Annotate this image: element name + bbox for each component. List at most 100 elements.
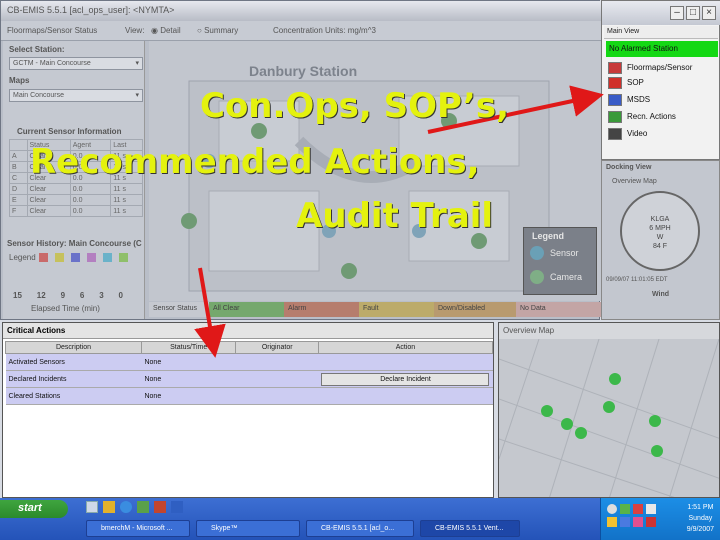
tray-icon[interactable] — [646, 517, 656, 527]
view-label: View: — [125, 26, 145, 35]
cell: 0.0 — [69, 150, 112, 162]
msds-label: MSDS — [627, 95, 651, 104]
overview-map-panel[interactable]: Overview Map — [498, 322, 720, 498]
tray-icon[interactable] — [620, 504, 630, 514]
tray-icon[interactable] — [620, 517, 630, 527]
table-row[interactable]: A Clear 0.0 11 s — [9, 150, 143, 162]
overview-map-streets — [499, 339, 719, 497]
critical-actions-panel: Critical Actions Description Status/Time… — [2, 322, 494, 498]
station-marker[interactable] — [603, 401, 615, 413]
column-header[interactable]: Status/Time — [140, 341, 237, 354]
desktop-icon[interactable] — [86, 501, 98, 513]
cell: Clear — [26, 194, 71, 206]
select-station-label: Select Station: — [9, 45, 65, 54]
cell: Clear — [26, 205, 71, 217]
cell: Clear — [26, 172, 71, 184]
station-marker[interactable] — [609, 373, 621, 385]
close-button[interactable]: × — [702, 6, 716, 20]
cell: 11 s — [110, 172, 143, 184]
sensor-status-strip: Sensor Status All Clear Alarm Fault Down… — [149, 302, 601, 317]
app-icon[interactable] — [171, 501, 183, 513]
tray-icon[interactable] — [607, 504, 617, 514]
wind-label: Wind — [652, 291, 670, 298]
start-button[interactable]: start — [0, 500, 68, 518]
status-cell: None — [141, 370, 236, 388]
table-row[interactable]: Cleared Stations None — [5, 387, 493, 405]
taskbar-button-word[interactable]: bmerchM - Microsoft ... — [86, 520, 190, 537]
cell: 11 s — [110, 183, 143, 195]
taskbar-button-skype[interactable]: Skype™ — [196, 520, 300, 537]
docking-view-header: Docking View — [606, 164, 652, 171]
column-header: Last — [110, 139, 143, 151]
description-cell: Cleared Stations — [5, 387, 142, 405]
tray-icon[interactable] — [633, 504, 643, 514]
docking-view-panel: Docking View Overview Map KLGA 6 MPH W 8… — [601, 160, 720, 320]
history-x-label: Elapsed Time (min) — [31, 304, 100, 313]
station-floormap[interactable]: Danbury Station Legend Sensor Camera — [149, 41, 601, 301]
legend-label: Legend — [9, 253, 36, 262]
folder-icon[interactable] — [103, 501, 115, 513]
tray-icon[interactable] — [646, 504, 656, 514]
screen: CB-EMIS 5.5.1 [acl_ops_user]: <NYMTA> Fl… — [0, 0, 720, 540]
cell: Clear — [26, 150, 71, 162]
recn-actions-item[interactable]: Recn. Actions — [608, 110, 718, 125]
legend-swatch-b — [55, 253, 64, 262]
maximize-button[interactable]: □ — [686, 6, 700, 20]
floormaps-sensor-item[interactable]: Floormaps/Sensor — [608, 61, 718, 76]
station-marker[interactable] — [541, 405, 553, 417]
msds-item[interactable]: MSDS — [608, 93, 718, 108]
clock-day: Sunday — [688, 515, 713, 522]
floormap-menu[interactable]: Floormaps/Sensor Status — [7, 26, 97, 35]
view-detail-radio[interactable]: ◉ Detail — [151, 26, 181, 35]
column-header[interactable]: Description — [5, 341, 142, 354]
critical-actions-table: Description Status/Time Originator Actio… — [5, 341, 494, 405]
clock[interactable]: 1:51 PM Sunday 9/9/2007 — [687, 502, 714, 535]
table-row[interactable]: B Clear 0.0 11 s — [9, 161, 143, 173]
wind-direction: W — [656, 234, 664, 241]
table-row[interactable]: Declared Incidents None Declare Incident — [5, 370, 493, 388]
view-summary-radio[interactable]: ○ Summary — [197, 26, 238, 35]
history-label: Sensor History: Main Concourse (C — [7, 239, 142, 248]
tick-label: 0 — [118, 291, 123, 300]
station-marker[interactable] — [649, 415, 661, 427]
cell: Clear — [26, 183, 71, 195]
legend-swatch-f — [119, 253, 128, 262]
tray-icon[interactable] — [633, 517, 643, 527]
minimize-button[interactable]: – — [670, 6, 684, 20]
table-row[interactable]: E Clear 0.0 11 s — [9, 194, 143, 206]
station-marker[interactable] — [561, 418, 573, 430]
docking-view-tab[interactable]: Overview Map — [612, 178, 657, 185]
history-x-ticks: 15 12 9 6 3 0 — [13, 291, 123, 300]
clock-date: 9/9/2007 — [686, 526, 714, 533]
station-title: Danbury Station — [249, 63, 358, 79]
video-label: Video — [627, 129, 648, 138]
taskbar-button-cbemis-2[interactable]: CB-EMIS 5.5.1 Vent... — [420, 520, 520, 537]
tick-label: 3 — [99, 291, 104, 300]
station-select[interactable]: GCTM - Main Concourse — [9, 57, 143, 70]
station-marker[interactable] — [575, 427, 587, 439]
column-header: Status — [26, 139, 71, 151]
app-icon[interactable] — [154, 501, 166, 513]
table-row[interactable]: Activated Sensors None — [5, 353, 493, 371]
map-select[interactable]: Main Concourse — [9, 89, 143, 102]
msds-icon — [608, 94, 622, 106]
sop-item[interactable]: SOP — [608, 76, 718, 91]
tray-icon[interactable] — [607, 517, 617, 527]
status-down: Down/Disabled — [434, 302, 516, 317]
browser-icon[interactable] — [120, 501, 132, 513]
column-header[interactable]: Action — [317, 341, 494, 354]
status-strip-label: Sensor Status — [149, 302, 209, 317]
view-detail-label: Detail — [160, 26, 181, 35]
table-row[interactable]: D Clear 0.0 11 s — [9, 183, 143, 195]
table-row[interactable]: F Clear 0.0 11 s — [9, 205, 143, 217]
taskbar-button-cbemis-1[interactable]: CB-EMIS 5.5.1 [acl_o... — [306, 520, 414, 537]
cell: 0.0 — [69, 172, 112, 184]
station-marker[interactable] — [651, 445, 663, 457]
app-icon[interactable] — [137, 501, 149, 513]
table-row[interactable]: C Clear 0.0 11 s — [9, 172, 143, 184]
declare-incident-button[interactable]: Declare Incident — [321, 372, 490, 386]
column-header[interactable]: Originator — [235, 341, 319, 354]
description-cell: Declared Incidents — [5, 370, 142, 388]
cell: 0.0 — [69, 194, 112, 206]
video-item[interactable]: Video — [608, 127, 718, 142]
